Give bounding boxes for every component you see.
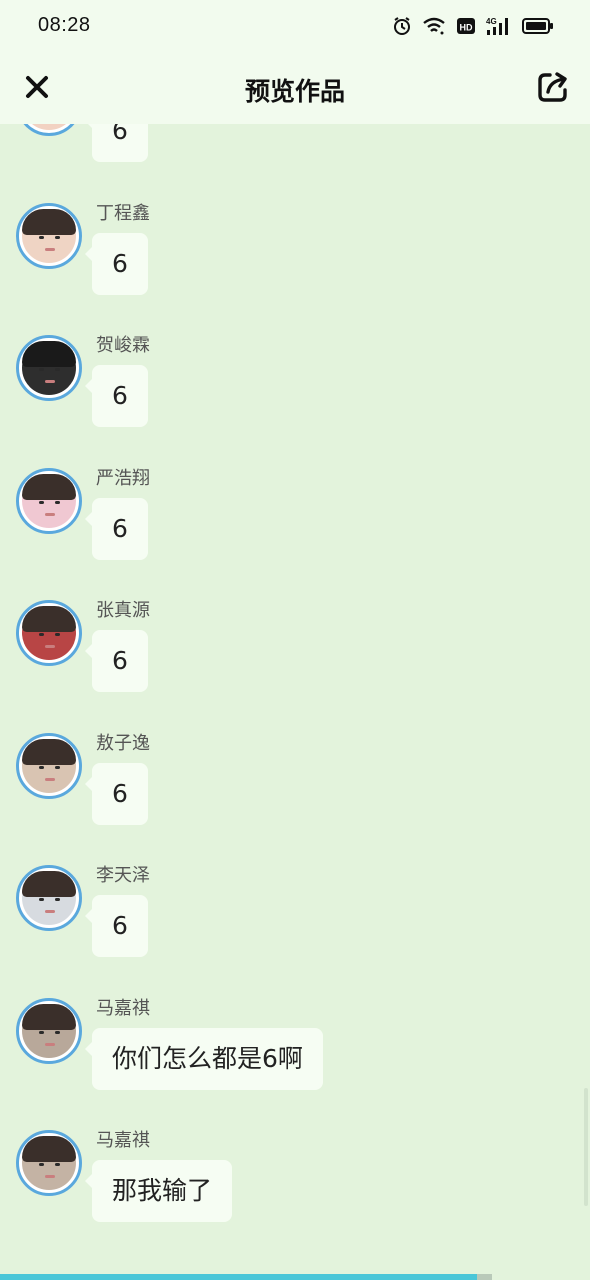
share-icon [538, 72, 567, 102]
avatar-eye [55, 633, 60, 636]
message-bubble[interactable]: 6 [85, 895, 148, 957]
avatar-hair [22, 341, 76, 367]
svg-text:HD: HD [460, 23, 473, 33]
message-bubble[interactable]: 那我输了 [84, 1160, 233, 1222]
avatar-eye [55, 1163, 60, 1166]
message-bubble[interactable]: 6 [85, 365, 148, 427]
chat-message: 贺峻霖 6 [0, 335, 590, 467]
avatar[interactable] [16, 467, 82, 534]
avatar-mouth [45, 380, 55, 383]
avatar-eye [39, 633, 44, 636]
message-bubble[interactable]: 6 [85, 232, 148, 295]
avatar-eye [55, 368, 60, 371]
avatar-eye [39, 368, 44, 371]
avatar-eye [39, 765, 44, 769]
sender-name: 张真源 [96, 600, 150, 621]
chat-message: 马嘉祺你们怎么都是6啊 [0, 997, 590, 1130]
top-bar: 预览作品 [0, 52, 590, 124]
avatar-hair [22, 738, 76, 765]
avatar-mouth [45, 512, 55, 516]
sender-name: 严浩翔 [96, 467, 150, 489]
sender-name: 丁程鑫 [96, 202, 150, 224]
avatar-eye [39, 500, 44, 504]
avatar-mouth [45, 1042, 55, 1046]
avatar-hair [22, 871, 76, 897]
avatar-mouth [45, 777, 55, 781]
avatar-mouth [45, 645, 55, 648]
signal-4g-icon: 4G [486, 16, 512, 36]
battery-icon [522, 16, 554, 36]
avatar-hair [22, 1003, 76, 1030]
sender-name: 敖子逸 [96, 732, 150, 754]
share-button[interactable] [534, 68, 572, 106]
chat-message: 马嘉祺那我输了 [0, 1130, 590, 1262]
status-time: 08:28 [38, 14, 91, 36]
sender-name: 马嘉祺 [96, 997, 150, 1019]
avatar-eye [39, 1163, 44, 1166]
avatar[interactable] [16, 202, 82, 269]
avatar-mouth [45, 910, 55, 913]
avatar-eye [55, 1030, 60, 1034]
avatar[interactable] [16, 732, 82, 799]
scrollbar[interactable] [584, 1088, 588, 1206]
hd-icon: HD [456, 16, 476, 36]
message-bubble[interactable]: 6 [85, 497, 148, 560]
progress-bar [0, 1274, 492, 1280]
avatar-eye [55, 235, 60, 239]
chat-message: 李天泽 6 [0, 865, 590, 997]
avatar[interactable] [16, 600, 82, 666]
chat-message: 丁程鑫 6 [0, 202, 590, 335]
alarm-icon [392, 16, 412, 36]
message-bubble[interactable]: 6 [85, 630, 148, 692]
sender-name: 李天泽 [96, 865, 150, 886]
avatar-eye [39, 898, 44, 901]
message-bubble[interactable]: 6 [85, 762, 148, 825]
chat-message: 张真源 6 [0, 600, 590, 732]
avatar-hair [22, 1136, 76, 1162]
avatar-hair [22, 473, 76, 500]
sender-name: 贺峻霖 [96, 335, 150, 356]
avatar-mouth [45, 1175, 55, 1178]
status-icons: HD 4G [392, 14, 554, 38]
svg-text:4G: 4G [486, 17, 497, 26]
avatar-eye [39, 1030, 44, 1034]
avatar-hair [22, 606, 76, 632]
wifi-icon [422, 16, 446, 36]
status-bar: 08:28 HD 4G [0, 0, 590, 52]
avatar-eye [39, 235, 44, 239]
page-title: 预览作品 [244, 77, 345, 106]
avatar-eye [55, 765, 60, 769]
message-bubble[interactable]: 你们怎么都是6啊 [85, 1027, 323, 1090]
sender-name: 马嘉祺 [96, 1130, 150, 1151]
progress-fill [0, 1274, 478, 1280]
avatar[interactable] [16, 1130, 82, 1196]
avatar[interactable] [16, 997, 82, 1064]
chat-message: 严浩翔 6 [0, 467, 590, 600]
avatar-hair [22, 208, 76, 235]
chat-message: 敖子逸 6 [0, 732, 590, 865]
avatar[interactable] [16, 335, 82, 401]
avatar[interactable] [16, 865, 82, 931]
avatar-mouth [45, 247, 55, 251]
avatar-eye [55, 500, 60, 504]
avatar-eye [55, 898, 60, 901]
